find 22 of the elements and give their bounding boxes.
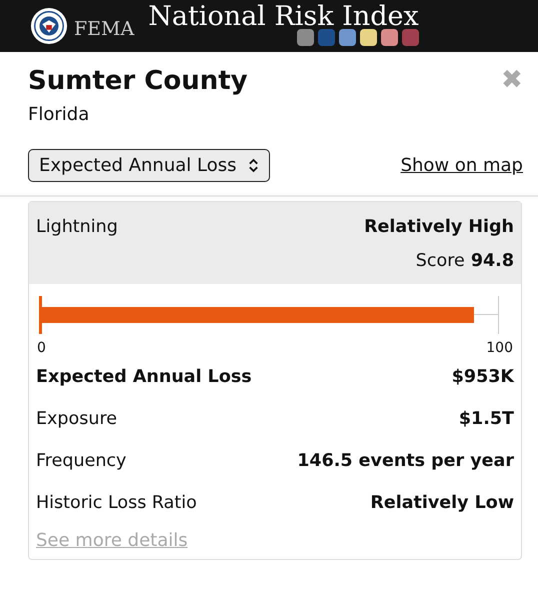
metric-value: 146.5 events per year bbox=[297, 450, 514, 473]
score-label: Score bbox=[416, 250, 465, 273]
county-name: Sumter County bbox=[28, 66, 248, 96]
axis-max: 100 bbox=[486, 340, 513, 356]
hazard-name: Lightning bbox=[36, 216, 118, 239]
metric-value: $1.5T bbox=[458, 408, 514, 431]
score-value: 94.8 bbox=[470, 250, 514, 273]
chevron-updown-icon bbox=[248, 158, 260, 173]
show-on-map-link[interactable]: Show on map bbox=[400, 155, 523, 176]
metric-label: Exposure bbox=[36, 408, 118, 431]
site-title: National Risk Index bbox=[148, 2, 419, 32]
agency-name: FEMA bbox=[74, 18, 134, 40]
metric-value: $953K bbox=[452, 366, 514, 389]
metric-label: Expected Annual Loss bbox=[36, 366, 252, 389]
metric-label: Frequency bbox=[36, 450, 126, 473]
measure-dropdown[interactable]: Expected Annual Loss bbox=[28, 149, 270, 182]
axis-min: 0 bbox=[37, 340, 46, 356]
state-name: Florida bbox=[28, 104, 90, 125]
risk-rating: Relatively High bbox=[364, 216, 514, 239]
metric-label: Historic Loss Ratio bbox=[36, 492, 197, 515]
metric-value: Relatively Low bbox=[370, 492, 514, 515]
seal-icon bbox=[30, 7, 68, 45]
